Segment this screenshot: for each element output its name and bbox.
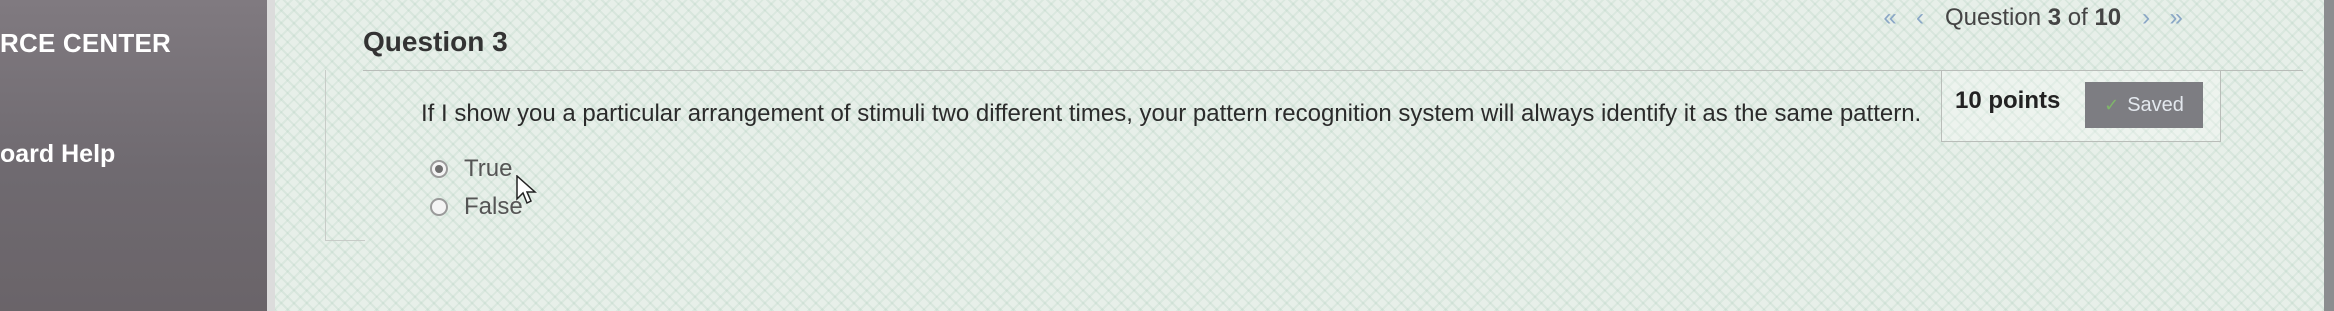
answer-option-false[interactable]: False — [430, 193, 523, 221]
last-question-button[interactable]: » — [2161, 4, 2191, 32]
previous-question-button[interactable]: ‹ — [1905, 4, 1935, 32]
sidebar: RCE CENTER oard Help — [0, 0, 267, 311]
question-text: If I show you a particular arrangement o… — [421, 100, 1922, 127]
radio-false[interactable] — [430, 198, 448, 216]
question-navigation: « ‹ Question 3 of 10 › » — [1875, 4, 2191, 32]
question-position-current: 3 — [2047, 4, 2062, 31]
option-label-true: True — [464, 155, 513, 182]
next-question-button[interactable]: › — [2131, 4, 2161, 32]
double-chevron-right-icon: » — [2169, 4, 2183, 31]
sidebar-item-help[interactable]: oard Help — [0, 140, 115, 169]
first-question-button[interactable]: « — [1875, 4, 1905, 32]
question-title: Question 3 — [363, 26, 508, 57]
main-content: Question 3 « ‹ Question 3 of 10 › » 10 p… — [275, 0, 2324, 311]
double-chevron-left-icon: « — [1883, 4, 1897, 31]
saved-status-badge: ✓ Saved — [2085, 82, 2203, 128]
mouse-cursor-icon — [516, 175, 537, 205]
sidebar-title: RCE CENTER — [0, 28, 172, 58]
question-position-prefix: Question — [1945, 4, 2048, 31]
question-position-of: of — [2061, 4, 2095, 31]
answer-option-true[interactable]: True — [430, 155, 512, 183]
radio-true[interactable] — [430, 160, 448, 178]
points-label: 10 points — [1955, 87, 2061, 114]
saved-label: Saved — [2127, 93, 2184, 116]
question-panel-left-border — [325, 70, 326, 240]
question-position: Question 3 of 10 — [1945, 4, 2121, 32]
sidebar-divider — [267, 0, 275, 311]
chevron-right-icon: › — [2142, 4, 2151, 31]
question-position-total: 10 — [2094, 4, 2122, 31]
window-edge — [2324, 0, 2334, 311]
question-panel-bottom-border — [325, 240, 365, 241]
check-icon: ✓ — [2104, 94, 2120, 115]
option-label-false: False — [464, 193, 523, 220]
chevron-left-icon: ‹ — [1916, 4, 1924, 31]
